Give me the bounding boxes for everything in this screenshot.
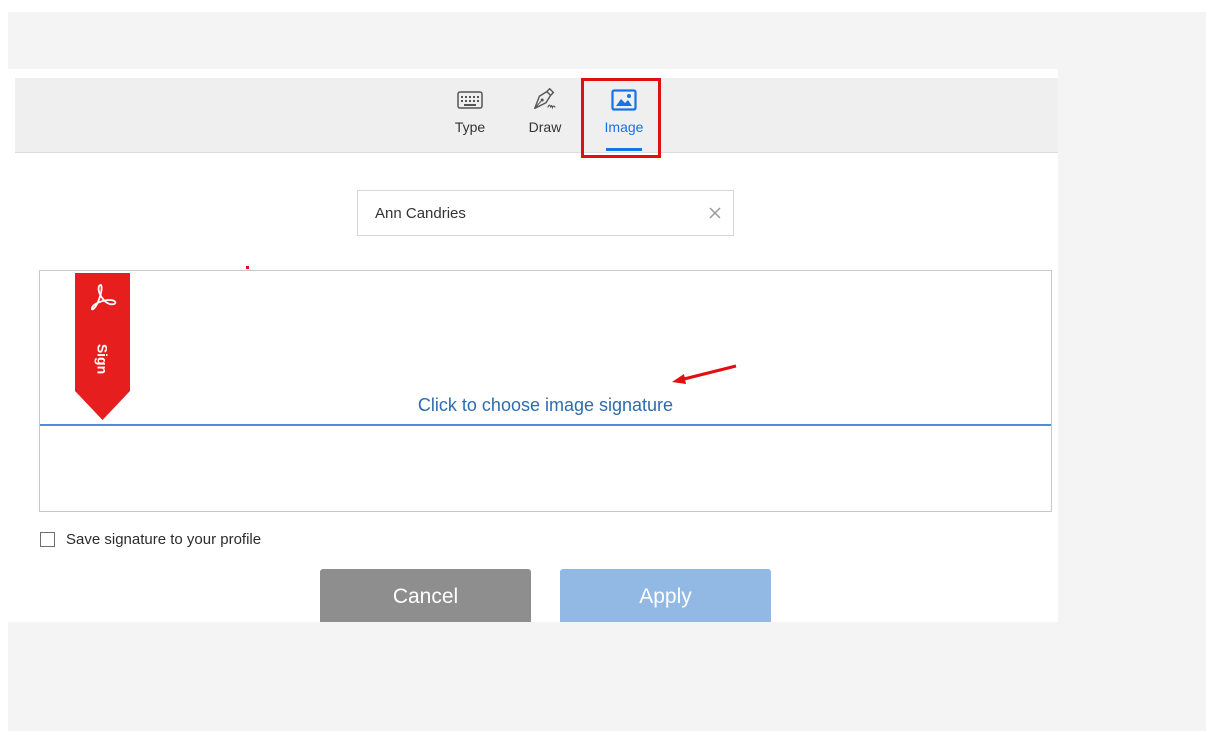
annotation-dot — [246, 266, 249, 269]
selected-tab-indicator — [606, 148, 642, 151]
apply-button[interactable]: Apply — [560, 569, 771, 622]
signature-area[interactable]: Sign Click to choose image signature — [39, 270, 1052, 512]
save-signature-label[interactable]: Save signature to your profile — [66, 531, 261, 548]
tab-type-label: Type — [454, 119, 486, 135]
image-icon — [610, 88, 638, 112]
save-signature-row: Save signature to your profile — [40, 531, 261, 548]
name-field — [357, 190, 734, 236]
annotation-arrow-icon — [672, 364, 737, 384]
tab-draw[interactable]: Draw — [520, 78, 570, 152]
save-signature-checkbox[interactable] — [40, 532, 55, 547]
tab-type[interactable]: Type — [445, 78, 495, 152]
tab-image[interactable]: Image — [596, 78, 652, 152]
close-icon[interactable] — [703, 201, 727, 225]
sign-ribbon-label: Sign — [94, 343, 111, 375]
tab-draw-label: Draw — [528, 119, 562, 135]
cancel-button[interactable]: Cancel — [320, 569, 531, 622]
signature-line — [40, 424, 1051, 426]
signature-dialog: Type Draw Image Ann Candries Sign Click … — [8, 69, 1058, 622]
tab-image-label: Image — [604, 119, 644, 135]
keyboard-icon — [456, 88, 484, 112]
signature-mode-tabs: Type Draw Image — [15, 78, 1058, 158]
pen-icon — [531, 87, 559, 112]
name-input[interactable] — [358, 191, 688, 235]
acrobat-logo-icon — [88, 283, 118, 316]
choose-image-signature-link[interactable]: Click to choose image signature — [40, 395, 1051, 416]
